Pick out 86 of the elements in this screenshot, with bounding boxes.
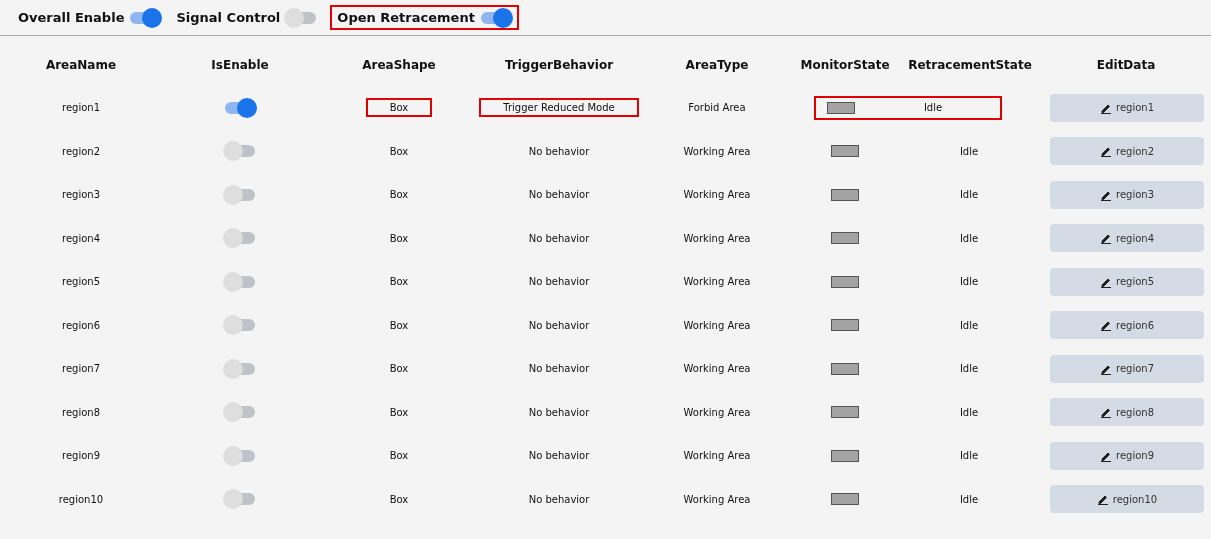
edit-button[interactable]: region7 bbox=[1050, 354, 1204, 383]
table-cell-text: Working Area bbox=[682, 450, 752, 462]
edit-icon bbox=[1100, 319, 1112, 332]
edit-button[interactable]: region4 bbox=[1050, 224, 1204, 253]
status-indicator bbox=[831, 449, 859, 462]
edit-button[interactable]: region3 bbox=[1050, 180, 1204, 209]
table-cell-text: region5 bbox=[61, 276, 101, 288]
table-cell-text: Working Area bbox=[682, 493, 752, 505]
table-cell-text: No behavior bbox=[527, 405, 591, 420]
table-cell-text: Idle bbox=[958, 189, 980, 201]
toggle-label: Open Retracement bbox=[337, 10, 475, 25]
table-cell-text: Working Area bbox=[682, 232, 752, 244]
status-indicator bbox=[831, 493, 859, 506]
table-cell-text: Idle bbox=[958, 363, 980, 375]
table-cell-text: Box bbox=[388, 188, 410, 203]
table-cell-text: region3 bbox=[61, 189, 101, 201]
edit-icon bbox=[1100, 406, 1112, 419]
table-cell-text: Idle bbox=[958, 493, 980, 505]
column-header: MonitorState bbox=[799, 58, 891, 72]
column-header: RetracementState bbox=[907, 58, 1033, 72]
table-cell-text: Working Area bbox=[682, 145, 752, 157]
edit-icon bbox=[1096, 493, 1109, 506]
table-cell-text: No behavior bbox=[527, 188, 591, 203]
table-cell-text: No behavior bbox=[527, 318, 591, 333]
edit-button[interactable]: region6 bbox=[1050, 311, 1204, 340]
table-cell-text: Working Area bbox=[682, 276, 752, 288]
table-cell: Trigger Reduced Mode bbox=[479, 98, 639, 118]
status-indicator bbox=[831, 406, 859, 419]
table-cell-text: Forbid Area bbox=[687, 102, 747, 114]
table-cell-text: Idle bbox=[958, 406, 980, 418]
table-cell-text: Working Area bbox=[682, 363, 752, 375]
status-indicator bbox=[831, 319, 859, 332]
status-indicator bbox=[831, 232, 859, 245]
table-cell-text: Box bbox=[388, 492, 410, 507]
table-cell: Box bbox=[365, 98, 433, 118]
edit-button[interactable]: region5 bbox=[1050, 267, 1204, 296]
edit-icon bbox=[1100, 232, 1112, 245]
table-cell-text: region9 bbox=[61, 450, 101, 462]
table-cell-text: region4 bbox=[61, 232, 101, 244]
table-cell-text: No behavior bbox=[527, 144, 591, 159]
column-header: AreaType bbox=[684, 58, 750, 72]
edit-button[interactable]: region1 bbox=[1050, 93, 1204, 122]
column-header: IsEnable bbox=[210, 58, 270, 72]
toggle-label: Signal Control bbox=[176, 10, 281, 25]
table-cell-text: Box bbox=[388, 362, 410, 377]
status-indicator bbox=[831, 145, 859, 158]
table-cell-text: region6 bbox=[61, 319, 101, 331]
table-cell-text: region1 bbox=[61, 102, 101, 114]
table-cell-text: Box bbox=[388, 144, 410, 159]
table-cell-text: region7 bbox=[61, 363, 101, 375]
table-cell-text: Box bbox=[388, 318, 410, 333]
column-header: AreaName bbox=[44, 58, 118, 72]
table-cell-text: No behavior bbox=[527, 449, 591, 464]
status-indicator bbox=[827, 101, 855, 114]
column-header: EditData bbox=[1095, 58, 1157, 72]
table-cell-text: Idle bbox=[958, 145, 980, 157]
column-header: AreaShape bbox=[361, 58, 437, 72]
table-cell-text: Box bbox=[388, 449, 410, 464]
table-cell-text: Idle bbox=[958, 276, 980, 288]
table-cell-text: No behavior bbox=[527, 492, 591, 507]
table-cell-text: Working Area bbox=[682, 189, 752, 201]
table-cell-text: region8 bbox=[61, 406, 101, 418]
table-cell-text: Idle bbox=[922, 102, 944, 114]
column-header: TriggerBehavior bbox=[503, 58, 615, 72]
table-cell-text: Box bbox=[388, 275, 410, 290]
status-indicator bbox=[831, 275, 859, 288]
edit-button[interactable]: region9 bbox=[1050, 441, 1204, 470]
toggle-label: Overall Enable bbox=[18, 10, 125, 25]
table-cell-text: Box bbox=[388, 405, 410, 420]
table-cell-text: No behavior bbox=[527, 275, 591, 290]
edit-button[interactable]: region10 bbox=[1050, 485, 1204, 514]
edit-icon bbox=[1100, 145, 1112, 158]
table-cell-text: Working Area bbox=[682, 319, 752, 331]
edit-button[interactable]: region8 bbox=[1050, 398, 1204, 427]
table-cell-text: region10 bbox=[57, 493, 105, 505]
table-cell-text: No behavior bbox=[527, 231, 591, 246]
table-cell-text: Idle bbox=[958, 319, 980, 331]
status-indicator bbox=[831, 362, 859, 375]
table-cell-text: Idle bbox=[958, 232, 980, 244]
status-indicator bbox=[831, 188, 859, 201]
edit-button[interactable]: region2 bbox=[1050, 137, 1204, 166]
table-cell-text: Box bbox=[388, 231, 410, 246]
table-cell-text: No behavior bbox=[527, 362, 591, 377]
table-cell-text: region2 bbox=[61, 145, 101, 157]
table-cell-text: Working Area bbox=[682, 406, 752, 418]
table-cell-text: Idle bbox=[958, 450, 980, 462]
